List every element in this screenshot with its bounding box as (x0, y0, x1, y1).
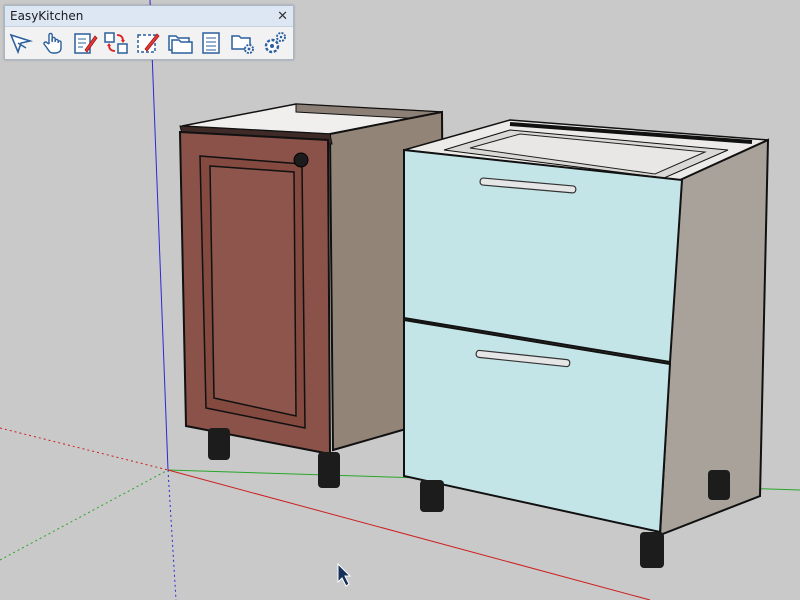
folder-settings-icon[interactable] (230, 30, 257, 56)
settings-icon[interactable] (261, 30, 288, 56)
swap-icon[interactable] (103, 30, 130, 56)
folders-icon[interactable] (166, 30, 193, 56)
toolbar-title-bar[interactable]: EasyKitchen ✕ (5, 6, 293, 27)
select-arrow-icon[interactable] (8, 30, 35, 56)
select-edit-icon[interactable] (135, 30, 162, 56)
easykitchen-toolbar: EasyKitchen ✕ (4, 5, 294, 60)
tool-row (5, 27, 293, 56)
hand-icon[interactable] (40, 30, 67, 56)
modeling-viewport[interactable] (0, 0, 800, 600)
list-document-icon[interactable] (198, 30, 225, 56)
close-icon[interactable]: ✕ (277, 10, 288, 23)
edit-icon[interactable] (71, 30, 98, 56)
toolbar-title: EasyKitchen (10, 9, 84, 23)
